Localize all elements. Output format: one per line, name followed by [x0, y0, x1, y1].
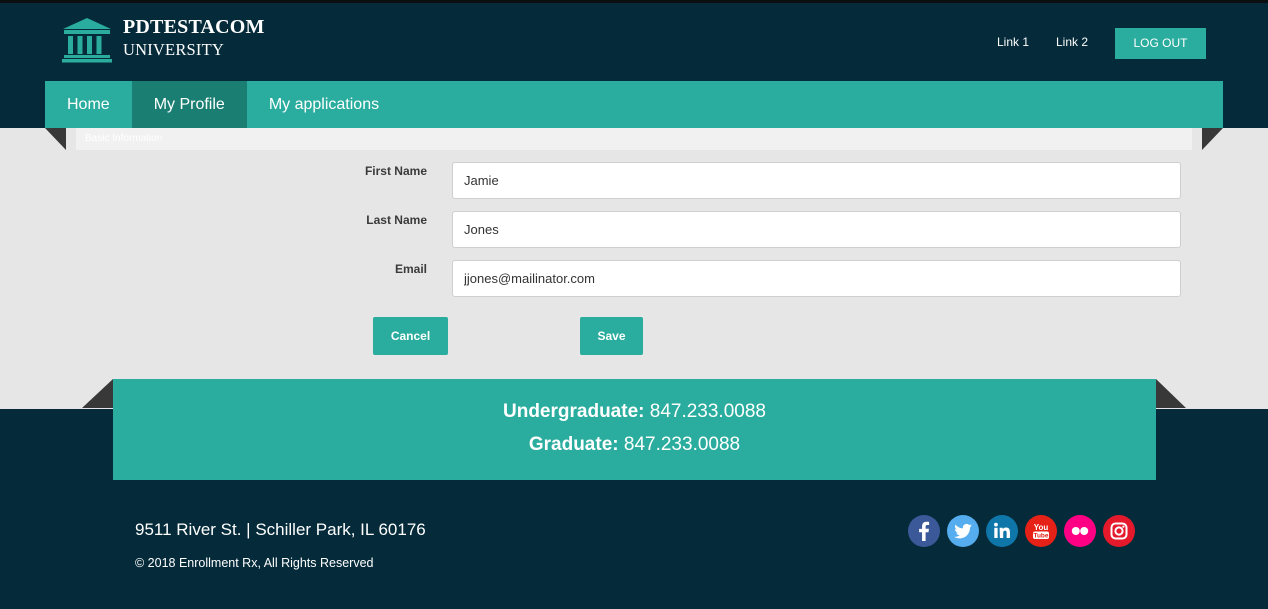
- nav-item-home[interactable]: Home: [45, 81, 132, 128]
- last-name-label: Last Name: [366, 213, 427, 227]
- undergraduate-phone-label: Undergraduate:: [503, 401, 645, 422]
- ribbon-fold-top-right: [1202, 128, 1223, 150]
- undergraduate-phone-number: 847.233.0088: [649, 401, 766, 422]
- twitter-icon[interactable]: [947, 515, 979, 547]
- last-name-input[interactable]: [452, 211, 1181, 248]
- undergraduate-phone: Undergraduate: 847.233.0088: [113, 400, 1156, 424]
- nav-item-my-applications[interactable]: My applications: [247, 81, 401, 128]
- flickr-icon[interactable]: [1064, 515, 1096, 547]
- footer-copyright: © 2018 Enrollment Rx, All Rights Reserve…: [135, 556, 374, 570]
- svg-text:You: You: [1034, 523, 1049, 532]
- main-navigation: Home My Profile My applications: [45, 81, 1223, 128]
- section-title: Basic Information: [85, 133, 163, 144]
- first-name-label: First Name: [364, 164, 427, 178]
- logo-subname: UNIVERSITY: [123, 40, 224, 59]
- logo-text: PDTESTACOM UNIVERSITY: [123, 15, 265, 60]
- ribbon-fold-top-left: [45, 128, 66, 150]
- header-link-1[interactable]: Link 1: [997, 35, 1029, 49]
- cancel-button[interactable]: Cancel: [373, 317, 448, 355]
- email-input[interactable]: [452, 260, 1181, 297]
- university-building-icon: [62, 18, 112, 63]
- email-label: Email: [394, 262, 427, 276]
- social-links: You Tube: [908, 515, 1142, 547]
- ribbon-fold-bottom-left: [82, 379, 113, 408]
- section-header: Basic Information: [76, 128, 1192, 150]
- save-button[interactable]: Save: [580, 317, 643, 355]
- phone-banner: Undergraduate: 847.233.0088 Graduate: 84…: [113, 379, 1156, 480]
- logout-button[interactable]: LOG OUT: [1115, 28, 1206, 59]
- linkedin-icon[interactable]: [986, 515, 1018, 547]
- graduate-phone-number: 847.233.0088: [623, 434, 741, 455]
- nav-item-my-profile[interactable]: My Profile: [131, 81, 247, 128]
- logo-name: PDTESTACOM: [123, 16, 265, 38]
- ribbon-fold-bottom-right: [1156, 379, 1186, 408]
- footer-address: 9511 River St. | Schiller Park, IL 60176: [135, 520, 426, 539]
- header-link-2[interactable]: Link 2: [1056, 35, 1088, 49]
- top-edge-line: [0, 0, 1268, 3]
- first-name-input[interactable]: [452, 162, 1181, 199]
- graduate-phone: Graduate: 847.233.0088: [113, 433, 1156, 457]
- instagram-icon[interactable]: [1103, 515, 1135, 547]
- university-logo[interactable]: PDTESTACOM UNIVERSITY: [62, 15, 265, 63]
- youtube-icon[interactable]: You Tube: [1025, 515, 1057, 547]
- svg-text:Tube: Tube: [1033, 533, 1048, 540]
- facebook-icon[interactable]: [908, 515, 940, 547]
- graduate-phone-label: Graduate:: [528, 434, 619, 455]
